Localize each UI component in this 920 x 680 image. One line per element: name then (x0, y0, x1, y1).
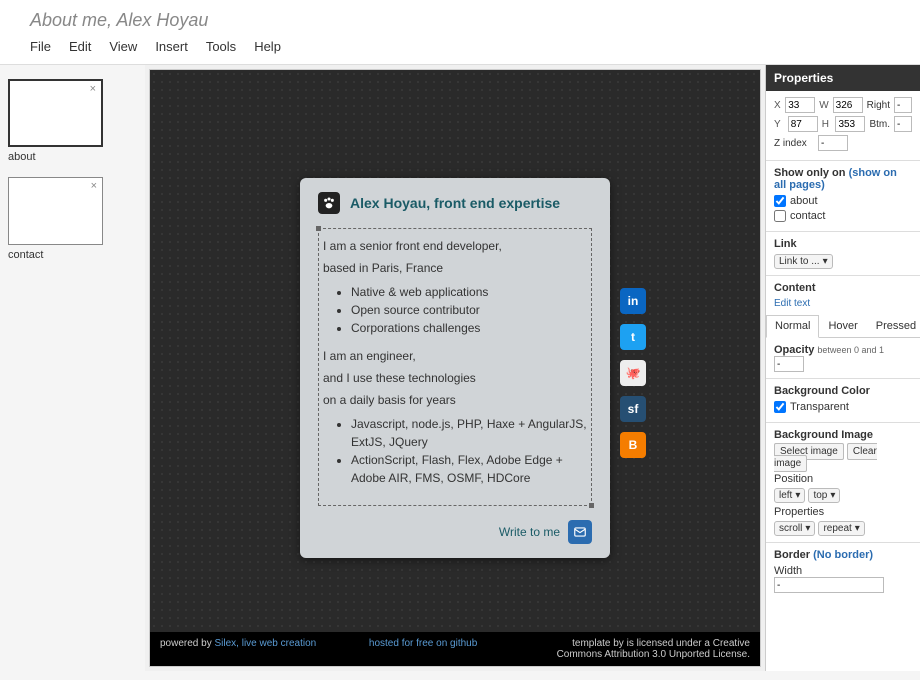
para: on a daily basis for years (323, 391, 587, 409)
about-checkbox[interactable] (774, 195, 786, 207)
github-icon[interactable]: 🐙 (620, 360, 646, 386)
properties-label: Properties (774, 506, 912, 518)
bullet-list: Native & web applications Open source co… (351, 283, 587, 337)
w-label: W (819, 100, 828, 111)
show-only-label: Show only on (774, 167, 846, 179)
page-thumb-contact[interactable]: × (8, 177, 103, 245)
tab-pressed[interactable]: Pressed (867, 315, 920, 337)
editor-canvas[interactable]: Alex Hoyau, front end expertise I am a s… (149, 69, 761, 667)
h-input[interactable] (835, 116, 865, 132)
w-input[interactable] (833, 97, 863, 113)
contact-label: contact (790, 210, 825, 222)
page-label: contact (8, 249, 137, 261)
twitter-icon[interactable]: t (620, 324, 646, 350)
menu-help[interactable]: Help (254, 39, 281, 54)
paw-icon (318, 192, 340, 214)
social-icons: in t 🐙 sf B (620, 288, 646, 458)
border-title: Border (774, 549, 810, 561)
bullet: Corporations challenges (351, 319, 587, 337)
close-icon[interactable]: × (90, 83, 96, 95)
edit-text-link[interactable]: Edit text (774, 298, 912, 309)
linkedin-icon[interactable]: in (620, 288, 646, 314)
scroll-select[interactable]: scroll ▾ (774, 521, 815, 536)
card-header: Alex Hoyau, front end expertise (318, 192, 592, 214)
transparent-label: Transparent (790, 401, 849, 413)
bullet: ActionScript, Flash, Flex, Adobe Edge + … (351, 451, 587, 487)
close-icon[interactable]: × (91, 180, 97, 192)
btm-label: Btm. (869, 119, 890, 130)
y-input[interactable] (788, 116, 818, 132)
page-label: about (8, 151, 137, 163)
selected-text-block[interactable]: I am a senior front end developer, based… (318, 228, 592, 506)
main-menu: File Edit View Insert Tools Help (30, 39, 890, 64)
bullet: Javascript, node.js, PHP, Haxe + Angular… (351, 415, 587, 451)
right-input[interactable] (894, 97, 912, 113)
hosted-link[interactable]: hosted for free on github (369, 638, 477, 660)
opacity-input[interactable] (774, 356, 804, 372)
write-to-me[interactable]: Write to me (318, 520, 592, 544)
write-link[interactable]: Write to me (499, 525, 560, 539)
about-card[interactable]: Alex Hoyau, front end expertise I am a s… (300, 178, 610, 558)
panel-title: Properties (766, 65, 920, 91)
tab-hover[interactable]: Hover (819, 315, 866, 337)
canvas-footer: powered by Silex, live web creation host… (150, 632, 760, 666)
mail-icon[interactable] (568, 520, 592, 544)
x-input[interactable] (785, 97, 815, 113)
menu-tools[interactable]: Tools (206, 39, 236, 54)
bgcolor-title: Background Color (774, 385, 912, 397)
workspace: × about × contact Alex Hoyau, front end … (0, 65, 920, 671)
silex-link[interactable]: Silex, live web creation (214, 638, 316, 649)
h-label: H (822, 119, 832, 130)
sourceforge-icon[interactable]: sf (620, 396, 646, 422)
para: and I use these technologies (323, 369, 587, 387)
blogger-icon[interactable]: B (620, 432, 646, 458)
y-label: Y (774, 119, 784, 130)
tab-normal[interactable]: Normal (766, 315, 819, 338)
para: I am an engineer, (323, 347, 587, 365)
para: I am a senior front end developer, (323, 237, 587, 255)
bullet: Native & web applications (351, 283, 587, 301)
canvas-wrap: Alex Hoyau, front end expertise I am a s… (145, 65, 765, 671)
zindex-label: Z index (774, 138, 814, 149)
link-title: Link (774, 238, 912, 250)
link-select[interactable]: Link to ... ▾ (774, 254, 833, 269)
page-thumb-about[interactable]: × (8, 79, 103, 147)
right-label: Right (867, 100, 890, 111)
menu-insert[interactable]: Insert (155, 39, 188, 54)
license-text: template by (572, 638, 624, 649)
transparent-checkbox[interactable] (774, 401, 786, 413)
powered-by: powered by (160, 638, 212, 649)
about-label: about (790, 195, 818, 207)
border-width-input[interactable] (774, 577, 884, 593)
menu-file[interactable]: File (30, 39, 51, 54)
bullet-list: Javascript, node.js, PHP, Haxe + Angular… (351, 415, 587, 487)
bullet: Open source contributor (351, 301, 587, 319)
topbar: About me, Alex Hoyau File Edit View Inse… (0, 0, 920, 65)
para: based in Paris, France (323, 259, 587, 277)
btm-input[interactable] (894, 116, 912, 132)
width-label: Width (774, 565, 912, 577)
properties-panel: Properties X W Right Y H Btm. Z index (765, 65, 920, 671)
position-label: Position (774, 473, 912, 485)
contact-checkbox[interactable] (774, 210, 786, 222)
card-title: Alex Hoyau, front end expertise (350, 195, 560, 211)
opacity-hint: between 0 and 1 (817, 345, 884, 355)
menu-edit[interactable]: Edit (69, 39, 91, 54)
chevron-down-icon: ▾ (823, 256, 828, 267)
opacity-label: Opacity (774, 344, 814, 356)
menu-view[interactable]: View (109, 39, 137, 54)
content-title: Content (774, 282, 912, 294)
x-label: X (774, 100, 781, 111)
page-list: × about × contact (0, 65, 145, 671)
repeat-select[interactable]: repeat ▾ (818, 521, 864, 536)
zindex-input[interactable] (818, 135, 848, 151)
pos-top-select[interactable]: top ▾ (808, 488, 840, 503)
no-border-link[interactable]: (No border) (813, 549, 873, 561)
document-title: About me, Alex Hoyau (30, 10, 890, 39)
pos-left-select[interactable]: left ▾ (774, 488, 805, 503)
bgimage-title: Background Image (774, 429, 912, 441)
